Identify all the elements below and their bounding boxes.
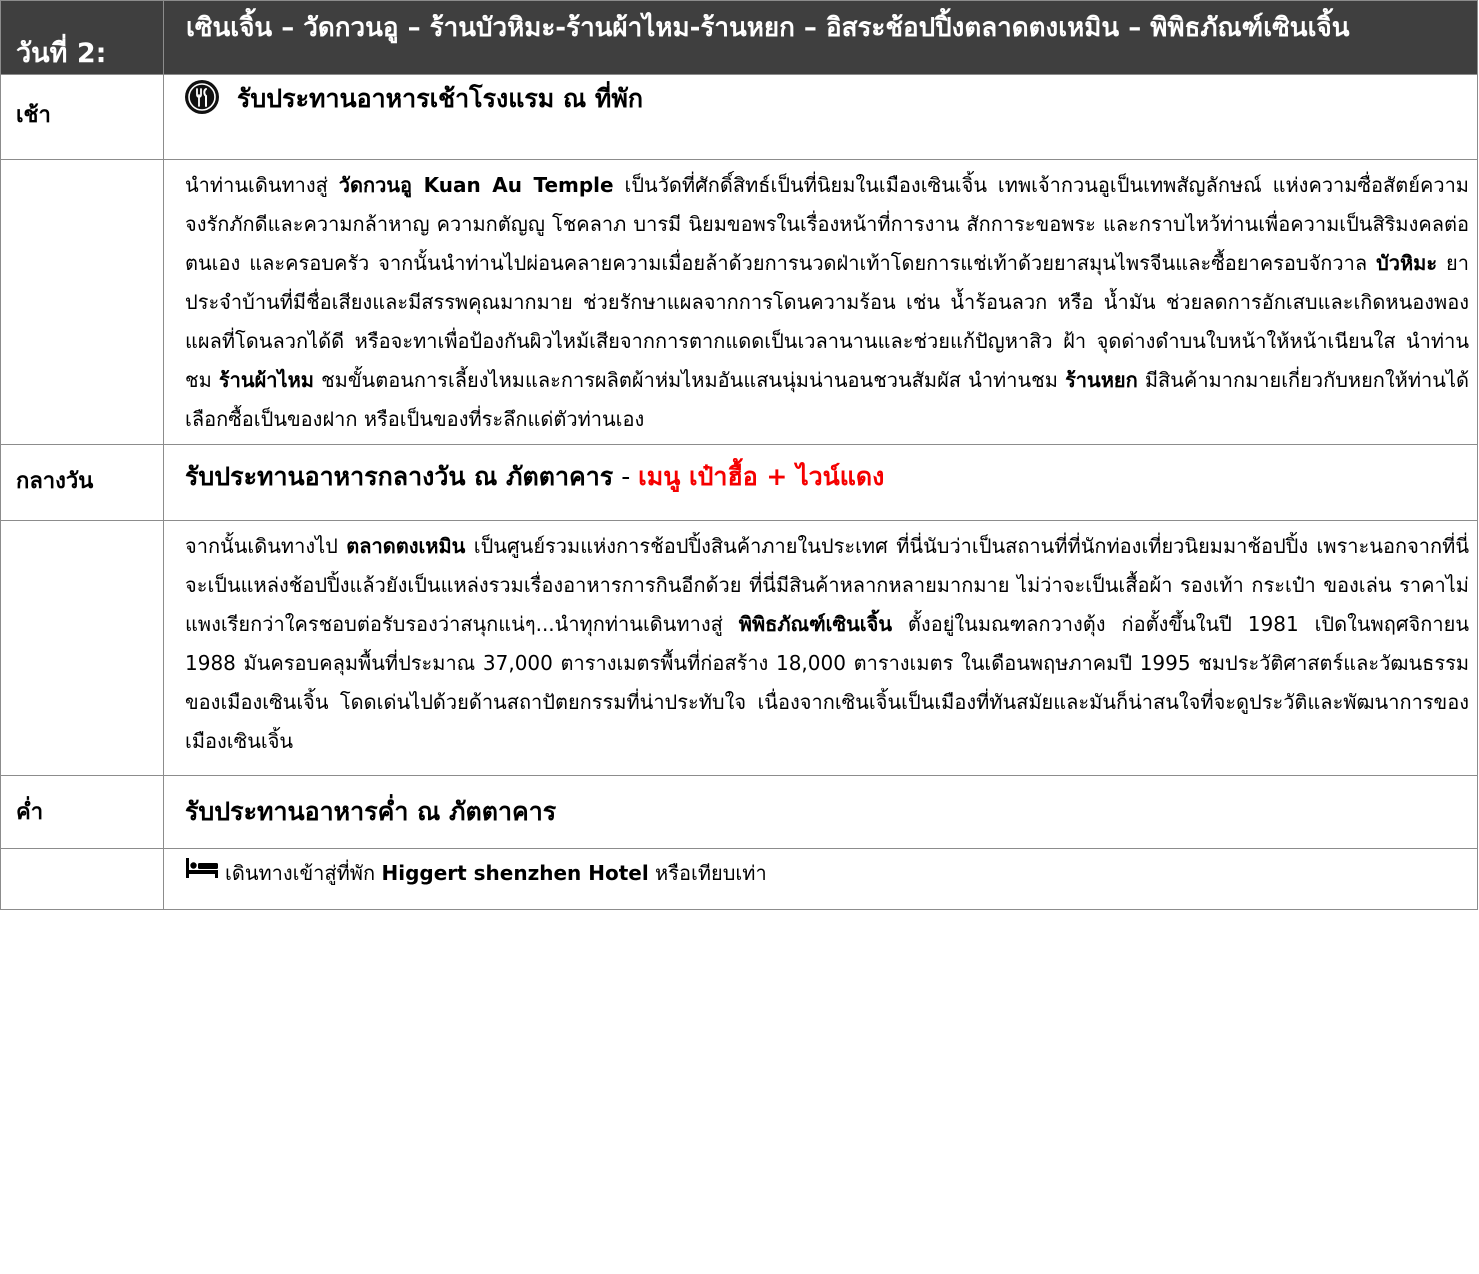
bed-icon	[185, 857, 219, 884]
dinner-label: ค่ำ	[0, 775, 164, 849]
text-span: จากนั้นเดินทางไป	[185, 534, 347, 558]
day-title: เซินเจิ้น – วัดกวนอู – ร้านบัวหิมะ-ร้านผ…	[163, 0, 1478, 75]
lunch-separator: -	[613, 462, 639, 491]
lunch-label: กลางวัน	[0, 444, 164, 521]
lunch-cell: รับประทานอาหารกลางวัน ณ ภัตตาคาร - เมนู …	[163, 444, 1478, 521]
hotel-row: เดินทางเข้าสู่ที่พัก Higgert shenzhen Ho…	[0, 848, 1478, 910]
afternoon-desc-label-cell	[0, 520, 164, 776]
restaurant-icon	[185, 80, 219, 114]
lunch-text: รับประทานอาหารกลางวัน ณ ภัตตาคาร	[185, 462, 614, 491]
hotel-name: Higgert shenzhen Hotel	[381, 861, 649, 885]
hotel-label-cell	[0, 848, 164, 910]
afternoon-description: จากนั้นเดินทางไป ตลาดตงเหมิน เป็นศูนย์รว…	[163, 520, 1478, 776]
day-label: วันที่ 2:	[0, 0, 164, 75]
jade-shop-name: ร้านหยก	[1065, 368, 1138, 392]
text-span: หรือเทียบเท่า	[648, 861, 767, 885]
morning-desc-label-cell	[0, 159, 164, 445]
morning-description: นำท่านเดินทางสู่ วัดกวนอู Kuan Au Temple…	[163, 159, 1478, 445]
afternoon-desc-row: จากนั้นเดินทางไป ตลาดตงเหมิน เป็นศูนย์รว…	[0, 520, 1478, 776]
hotel-cell: เดินทางเข้าสู่ที่พัก Higgert shenzhen Ho…	[163, 848, 1478, 910]
dinner-text: รับประทานอาหารค่ำ ณ ภัตตาคาร	[163, 775, 1478, 849]
text-span: นำท่านเดินทางสู่	[185, 173, 339, 197]
dinner-row: ค่ำ รับประทานอาหารค่ำ ณ ภัตตาคาร	[0, 775, 1478, 849]
kuan-au-temple-name: วัดกวนอู Kuan Au Temple	[338, 173, 614, 197]
text-span: ชมขั้นตอนการเลี้ยงไหมและการผลิตผ้าห่มไหม…	[313, 368, 1066, 392]
text-span: เดินทางเข้าสู่ที่พัก	[225, 861, 382, 885]
itinerary-table: วันที่ 2: เซินเจิ้น – วัดกวนอู – ร้านบัว…	[0, 0, 1478, 910]
day-header-row: วันที่ 2: เซินเจิ้น – วัดกวนอู – ร้านบัว…	[0, 0, 1478, 75]
breakfast-row: เช้า รับประทานอาหารเช้าโรงแรม ณ ที่พัก	[0, 74, 1478, 160]
breakfast-cell: รับประทานอาหารเช้าโรงแรม ณ ที่พัก	[163, 74, 1478, 160]
breakfast-label: เช้า	[0, 74, 164, 160]
shenzhen-museum-name: พิพิธภัณฑ์เซินเจิ้น	[738, 612, 892, 636]
lunch-row: กลางวัน รับประทานอาหารกลางวัน ณ ภัตตาคาร…	[0, 444, 1478, 521]
snow-lotus-name: บัวหิมะ	[1376, 251, 1438, 275]
breakfast-text: รับประทานอาหารเช้าโรงแรม ณ ที่พัก	[237, 84, 643, 113]
dongmen-market-name: ตลาดตงเหมิน	[346, 534, 466, 558]
silk-shop-name: ร้านผ้าไหม	[218, 368, 314, 392]
lunch-menu: เมนู เป๋าฮื้อ + ไวน์แดง	[638, 462, 885, 491]
morning-desc-row: นำท่านเดินทางสู่ วัดกวนอู Kuan Au Temple…	[0, 159, 1478, 445]
